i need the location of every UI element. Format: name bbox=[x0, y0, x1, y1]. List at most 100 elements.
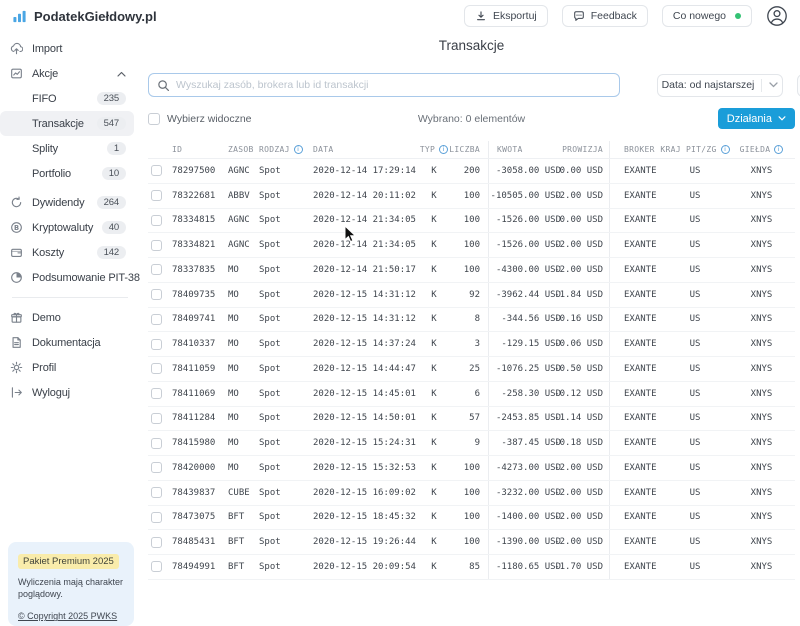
actions-button[interactable]: Działania bbox=[718, 108, 795, 129]
export-button[interactable]: Eksportuj bbox=[464, 5, 548, 27]
info-icon[interactable]: i bbox=[439, 145, 448, 154]
cell-zasob: MO bbox=[224, 308, 256, 332]
sidebar-item-label: Splity bbox=[32, 143, 58, 155]
table-row[interactable]: 78411069MOSpot2020-12-15 14:45:01K6-258.… bbox=[148, 382, 795, 407]
cell-typ: K bbox=[418, 357, 450, 381]
row-checkbox[interactable] bbox=[151, 215, 162, 226]
table-row[interactable]: 78473075BFTSpot2020-12-15 18:45:32K100-1… bbox=[148, 506, 795, 531]
cell-liczba: 92 bbox=[450, 283, 488, 307]
sidebar-item-dywidendy[interactable]: Dywidendy264 bbox=[0, 190, 134, 215]
info-icon[interactable]: i bbox=[294, 145, 303, 154]
whats-new-button[interactable]: Co nowego bbox=[662, 5, 752, 27]
cell-id: 78439837 bbox=[168, 481, 224, 505]
app-logo[interactable]: PodatekGiełdowy.pl bbox=[12, 9, 157, 24]
count-badge: 264 bbox=[97, 196, 126, 209]
cell-kwota: -1526.00 USD bbox=[488, 233, 564, 257]
sidebar-item-podsumowanie-pit-38[interactable]: Podsumowanie PIT-38 bbox=[0, 265, 134, 290]
column-header-label: PROWIZJA bbox=[562, 145, 603, 154]
row-checkbox[interactable] bbox=[151, 512, 162, 523]
row-checkbox[interactable] bbox=[151, 462, 162, 473]
sidebar-item-label: Import bbox=[32, 43, 62, 55]
sidebar-item-splity[interactable]: Splity1 bbox=[0, 136, 134, 161]
export-label: Eksportuj bbox=[493, 10, 537, 22]
row-checkbox[interactable] bbox=[151, 388, 162, 399]
cell-id: 78334821 bbox=[168, 233, 224, 257]
sidebar-item-import[interactable]: Import bbox=[0, 36, 134, 61]
row-checkbox[interactable] bbox=[151, 561, 162, 572]
sidebar-item-kryptowaluty[interactable]: BKryptowaluty40 bbox=[0, 215, 134, 240]
sort-dropdown-label: Data: od najstarszej bbox=[662, 79, 755, 91]
sidebar-item-dokumentacja[interactable]: Dokumentacja bbox=[0, 330, 134, 355]
table-row[interactable]: 78334821AGNCSpot2020-12-14 21:34:05K100-… bbox=[148, 233, 795, 258]
row-checkbox[interactable] bbox=[151, 240, 162, 251]
cell-liczba: 8 bbox=[450, 308, 488, 332]
cell-kraj: US bbox=[662, 382, 728, 406]
row-checkbox[interactable] bbox=[151, 165, 162, 176]
row-checkbox[interactable] bbox=[151, 314, 162, 325]
cell-kraj: US bbox=[662, 506, 728, 530]
row-checkbox[interactable] bbox=[151, 487, 162, 498]
dividends-icon bbox=[10, 196, 23, 209]
cell-zasob: ABBV bbox=[224, 184, 256, 208]
table-row[interactable]: 78409735MOSpot2020-12-15 14:31:12K92-396… bbox=[148, 283, 795, 308]
sidebar-item-fifo[interactable]: FIFO235 bbox=[0, 86, 134, 111]
row-checkbox[interactable] bbox=[151, 413, 162, 424]
sidebar-item-transakcje[interactable]: Transakcje547 bbox=[0, 111, 134, 136]
cell-zasob: MO bbox=[224, 456, 256, 480]
document-icon bbox=[10, 336, 23, 349]
transactions-table: IDZASOBRODZAJiDATATYPiLICZBAKWOTAPROWIZJ… bbox=[148, 141, 795, 580]
table-row[interactable]: 78485431BFTSpot2020-12-15 19:26:44K100-1… bbox=[148, 530, 795, 555]
row-checkbox[interactable] bbox=[151, 289, 162, 300]
row-checkbox[interactable] bbox=[151, 190, 162, 201]
table-row[interactable]: 78409741MOSpot2020-12-15 14:31:12K8-344.… bbox=[148, 308, 795, 333]
sidebar-item-wyloguj[interactable]: Wyloguj bbox=[0, 380, 134, 405]
cell-data: 2020-12-14 21:34:05 bbox=[310, 233, 418, 257]
table-row[interactable]: 78411284MOSpot2020-12-15 14:50:01K57-245… bbox=[148, 407, 795, 432]
sidebar-item-koszty[interactable]: Koszty142 bbox=[0, 240, 134, 265]
cell-id: 78485431 bbox=[168, 530, 224, 554]
cell-gielda: XNYS bbox=[728, 233, 795, 257]
cell-zasob: BFT bbox=[224, 555, 256, 579]
row-checkbox[interactable] bbox=[151, 363, 162, 374]
table-row[interactable]: 78420000MOSpot2020-12-15 15:32:53K100-42… bbox=[148, 456, 795, 481]
table-row[interactable]: 78411059MOSpot2020-12-15 14:44:47K25-107… bbox=[148, 357, 795, 382]
table-row[interactable]: 78439837CUBESpot2020-12-15 16:09:02K100-… bbox=[148, 481, 795, 506]
bar-chart-logo-icon bbox=[12, 9, 27, 24]
avatar[interactable] bbox=[766, 5, 788, 27]
row-checkbox[interactable] bbox=[151, 339, 162, 350]
cell-broker: EXANTE bbox=[610, 184, 662, 208]
cell-typ: K bbox=[418, 283, 450, 307]
controls-row: Wybierz widoczne Wybrano: 0 elementów Dz… bbox=[148, 108, 795, 129]
table-row[interactable]: 78334815AGNCSpot2020-12-14 21:34:05K100-… bbox=[148, 209, 795, 234]
feedback-button[interactable]: Feedback bbox=[562, 5, 648, 27]
sidebar-item-profil[interactable]: Profil bbox=[0, 355, 134, 380]
search-row: Data: od najstarszej bbox=[148, 73, 795, 97]
cell-zasob: AGNC bbox=[224, 209, 256, 233]
row-checkbox[interactable] bbox=[151, 264, 162, 275]
cell-kwota: -3058.00 USD bbox=[488, 159, 564, 183]
column-header-broker: BROKER bbox=[610, 141, 662, 158]
row-checkbox[interactable] bbox=[151, 537, 162, 548]
cell-typ: K bbox=[418, 159, 450, 183]
cell-broker: EXANTE bbox=[610, 456, 662, 480]
sidebar-item-akcje[interactable]: Akcje bbox=[0, 61, 134, 86]
table-row[interactable]: 78415980MOSpot2020-12-15 15:24:31K9-387.… bbox=[148, 431, 795, 456]
cell-liczba: 100 bbox=[450, 506, 488, 530]
cell-zasob: AGNC bbox=[224, 159, 256, 183]
table-row[interactable]: 78297500AGNCSpot2020-12-14 17:29:14K200-… bbox=[148, 159, 795, 184]
crypto-icon: B bbox=[10, 221, 23, 234]
table-row[interactable]: 78494991BFTSpot2020-12-15 20:09:54K85-11… bbox=[148, 555, 795, 580]
sidebar-item-demo[interactable]: Demo bbox=[0, 305, 134, 330]
chevron-up-icon[interactable] bbox=[117, 71, 126, 77]
sidebar-item-portfolio[interactable]: Portfolio10 bbox=[0, 161, 134, 186]
table-row[interactable]: 78322681ABBVSpot2020-12-14 20:11:02K100-… bbox=[148, 184, 795, 209]
row-checkbox[interactable] bbox=[151, 438, 162, 449]
sidebar: ImportAkcjeFIFO235Transakcje547Splity1Po… bbox=[0, 36, 140, 405]
table-row[interactable]: 78337835MOSpot2020-12-14 21:50:17K100-43… bbox=[148, 258, 795, 283]
table-row[interactable]: 78410337MOSpot2020-12-15 14:37:24K3-129.… bbox=[148, 332, 795, 357]
cell-liczba: 100 bbox=[450, 233, 488, 257]
search-input[interactable] bbox=[176, 79, 611, 91]
sort-dropdown[interactable]: Data: od najstarszej bbox=[657, 74, 783, 97]
copyright-link[interactable]: © Copyright 2025 PWKS bbox=[18, 611, 117, 621]
info-icon[interactable]: i bbox=[774, 145, 783, 154]
